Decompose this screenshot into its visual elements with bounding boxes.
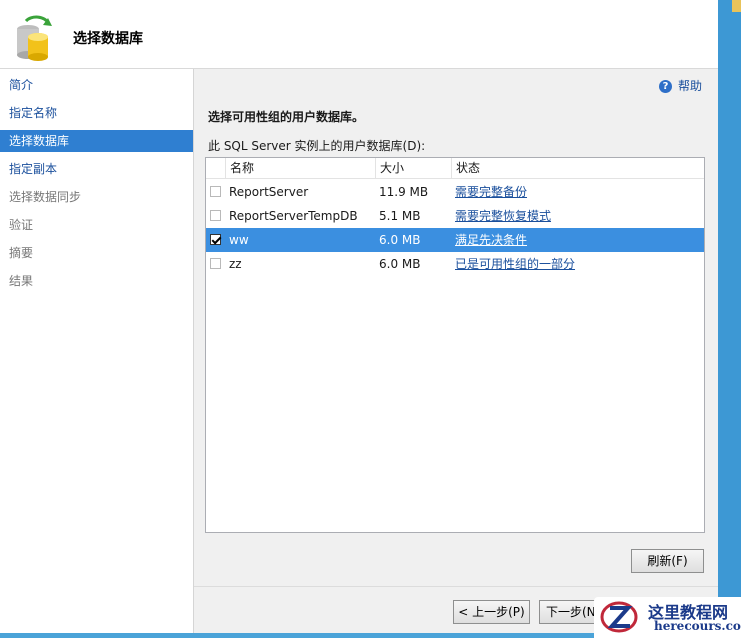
previous-button[interactable]: < 上一步(P) (453, 600, 530, 624)
column-header-checkbox (206, 158, 226, 178)
section-title: 选择可用性组的用户数据库。 (208, 110, 365, 124)
database-name: ReportServer (229, 185, 309, 199)
row-checkbox[interactable] (210, 186, 221, 197)
sidebar-item-data-sync: 选择数据同步 (9, 190, 82, 204)
watermark: 这里教程网 herecours.com (594, 597, 741, 638)
sidebar-item-specify-replicas[interactable]: 指定副本 (0, 158, 193, 180)
sidebar-item-summary: 摘要 (9, 246, 34, 260)
sidebar-item-specify-name[interactable]: 指定名称 (0, 102, 193, 124)
database-name: ReportServerTempDB (229, 209, 358, 223)
footer-divider (194, 586, 718, 587)
main-content: ? 帮助 选择可用性组的用户数据库。 此 SQL Server 实例上的用户数据库… (194, 69, 718, 633)
database-size: 6.0 MB (379, 233, 421, 247)
sidebar-item-select-databases[interactable]: 选择数据库 (0, 130, 193, 152)
database-name: zz (229, 257, 242, 271)
table-row[interactable]: zz 6.0 MB 已是可用性组的一部分 (206, 252, 704, 276)
sidebar-item-validation: 验证 (9, 218, 34, 232)
desktop-background (718, 0, 741, 638)
wizard-sidebar: 简介 指定名称 选择数据库 指定副本 选择数据同步 验证 摘要 结果 (0, 69, 194, 633)
database-name: ww (229, 233, 249, 247)
wizard-window: 选择数据库 简介 指定名称 选择数据库 指定副本 选择数据同步 验证 摘要 结果… (0, 0, 719, 633)
sidebar-item-results: 结果 (9, 274, 34, 288)
table-row[interactable]: ReportServer 11.9 MB 需要完整备份 (206, 180, 704, 204)
row-checkbox-checked[interactable] (210, 234, 221, 245)
database-sync-icon (17, 15, 52, 61)
database-status-link[interactable]: 已是可用性组的一部分 (455, 252, 575, 276)
watermark-logo-icon (600, 601, 638, 633)
database-size: 5.1 MB (379, 209, 421, 223)
database-status-link[interactable]: 需要完整恢复模式 (455, 204, 551, 228)
sidebar-item-intro[interactable]: 简介 (0, 74, 193, 96)
window-edge-accent (732, 0, 741, 12)
column-header-size[interactable]: 大小 (376, 158, 452, 178)
help-icon: ? (658, 80, 672, 93)
help-link[interactable]: ? 帮助 (658, 77, 702, 95)
database-grid[interactable]: 名称 大小 状态 ReportServer 11.9 MB 需要完整备份 Rep… (205, 157, 705, 533)
wizard-header: 选择数据库 (0, 0, 718, 69)
database-size: 11.9 MB (379, 185, 429, 199)
watermark-subtitle: herecours.com (654, 619, 741, 633)
table-row[interactable]: ReportServerTempDB 5.1 MB 需要完整恢复模式 (206, 204, 704, 228)
grid-header: 名称 大小 状态 (206, 158, 704, 179)
page-title: 选择数据库 (73, 31, 143, 47)
database-status-link[interactable]: 满足先决条件 (455, 228, 527, 252)
database-status-link[interactable]: 需要完整备份 (455, 180, 527, 204)
refresh-button[interactable]: 刷新(F) (631, 549, 704, 573)
row-checkbox[interactable] (210, 258, 221, 269)
row-checkbox[interactable] (210, 210, 221, 221)
database-list-label: 此 SQL Server 实例上的用户数据库(D): (208, 139, 426, 153)
column-header-name[interactable]: 名称 (226, 158, 376, 178)
database-size: 6.0 MB (379, 257, 421, 271)
help-label: 帮助 (677, 79, 702, 93)
column-header-status[interactable]: 状态 (452, 158, 704, 178)
table-row-selected[interactable]: ww 6.0 MB 满足先决条件 (206, 228, 704, 252)
